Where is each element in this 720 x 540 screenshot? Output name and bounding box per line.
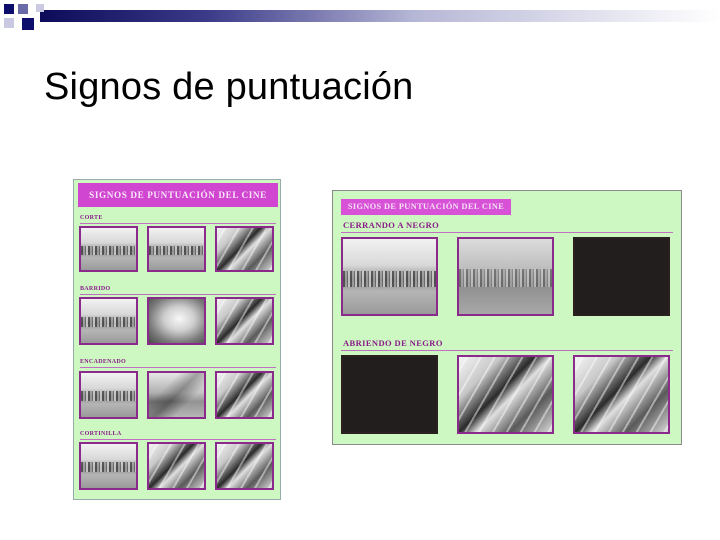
- section-label-barrido: BARRIDO: [80, 286, 111, 292]
- thumbnail-crowd: [79, 442, 138, 490]
- gradient-bar: [40, 10, 720, 22]
- section-label-abriendo: ABRIENDO DE NEGRO: [343, 338, 443, 348]
- section-label-encadenado: ENCADENADO: [80, 359, 127, 365]
- decor-square: [4, 18, 14, 28]
- section-label-corte: CORTE: [80, 215, 103, 221]
- decor-square: [18, 4, 28, 14]
- left-panel-header: SIGNOS DE PUNTUACIÓN DEL CINE: [78, 183, 278, 207]
- thumbnail-crowd: [147, 226, 206, 272]
- section-label-cortinilla: CORTINILLA: [80, 431, 122, 437]
- thumbnail-musicians: [215, 297, 274, 345]
- left-figure-panel: SIGNOS DE PUNTUACIÓN DEL CINE CORTE BARR…: [73, 179, 281, 500]
- thumbnail-crowd: [79, 371, 138, 419]
- thumbnail-dissolve: [147, 371, 206, 419]
- thumbnail-musicians: [457, 355, 554, 434]
- thumbnail-wipe: [147, 442, 206, 490]
- thumbnail-black: [341, 355, 438, 434]
- section-divider: [80, 223, 276, 224]
- thumbnail-crowd-fading: [457, 237, 554, 316]
- right-panel-header: SIGNOS DE PUNTUACIÓN DEL CINE: [341, 199, 511, 215]
- thumbnail-crowd: [79, 297, 138, 345]
- decor-square: [36, 4, 44, 12]
- section-label-cerrando: CERRANDO A NEGRO: [343, 220, 440, 230]
- slide-title: Signos de puntuación: [44, 66, 414, 108]
- right-figure-panel: SIGNOS DE PUNTUACIÓN DEL CINE CERRANDO A…: [332, 190, 682, 445]
- section-divider: [341, 232, 673, 233]
- section-divider: [80, 367, 276, 368]
- thumbnail-musicians: [215, 371, 274, 419]
- decor-square: [22, 18, 34, 30]
- thumbnail-crowd: [341, 237, 438, 316]
- section-divider: [80, 439, 276, 440]
- section-divider: [341, 350, 673, 351]
- thumbnail-black: [573, 237, 670, 316]
- thumbnail-blur: [147, 297, 206, 345]
- thumbnail-musicians: [573, 355, 670, 434]
- thumbnail-crowd: [79, 226, 138, 272]
- section-divider: [80, 294, 276, 295]
- thumbnail-musicians: [215, 442, 274, 490]
- decor-square: [4, 4, 14, 14]
- top-decoration: [0, 0, 720, 40]
- thumbnail-musicians: [215, 226, 274, 272]
